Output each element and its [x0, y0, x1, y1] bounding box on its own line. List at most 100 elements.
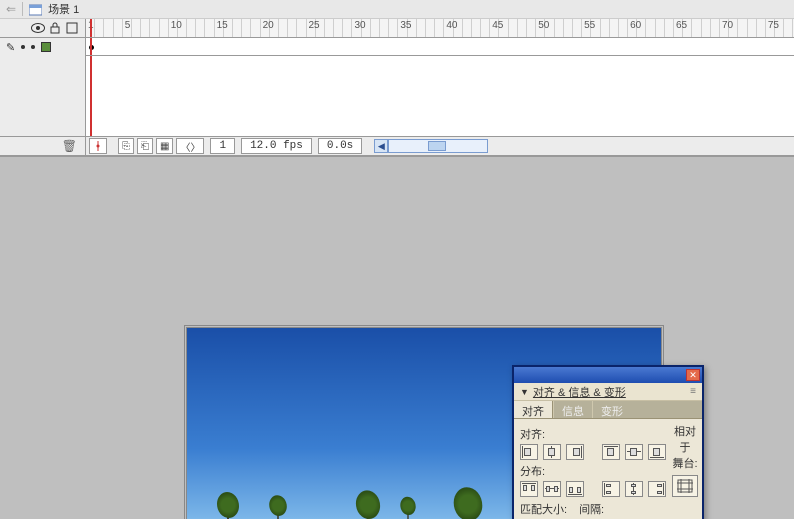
- ruler-tick[interactable]: [104, 19, 113, 37]
- panel-titlebar[interactable]: ✕: [514, 367, 702, 383]
- close-icon[interactable]: ✕: [686, 369, 700, 381]
- ruler-tick[interactable]: [215, 19, 224, 37]
- align-bottom-icon[interactable]: [648, 444, 666, 460]
- ruler-tick[interactable]: [270, 19, 279, 37]
- ruler-tick[interactable]: [398, 19, 407, 37]
- tab-transform[interactable]: 变形: [593, 401, 631, 418]
- ruler-tick[interactable]: [601, 19, 610, 37]
- ruler-tick[interactable]: [582, 19, 591, 37]
- ruler-tick[interactable]: [481, 19, 490, 37]
- lock-icon[interactable]: [48, 21, 62, 35]
- ruler-tick[interactable]: [169, 19, 178, 37]
- ruler-tick[interactable]: [656, 19, 665, 37]
- trash-icon[interactable]: 🗑: [62, 139, 77, 153]
- ruler-tick[interactable]: [261, 19, 270, 37]
- ruler-tick[interactable]: [499, 19, 508, 37]
- ruler-tick[interactable]: [205, 19, 214, 37]
- ruler-tick[interactable]: [288, 19, 297, 37]
- ruler-tick[interactable]: [674, 19, 683, 37]
- ruler-tick[interactable]: [766, 19, 775, 37]
- ruler-tick[interactable]: [711, 19, 720, 37]
- color-swatch[interactable]: [41, 42, 51, 52]
- ruler-tick[interactable]: [509, 19, 518, 37]
- ruler-tick[interactable]: [564, 19, 573, 37]
- tab-info[interactable]: 信息: [554, 401, 592, 418]
- ruler-tick[interactable]: [123, 19, 132, 37]
- ruler-tick[interactable]: [371, 19, 380, 37]
- ruler-tick[interactable]: [334, 19, 343, 37]
- scrollbar-track[interactable]: [388, 139, 488, 153]
- outline-icon[interactable]: [65, 21, 79, 35]
- ruler-tick[interactable]: [242, 19, 251, 37]
- distribute-bottom-icon[interactable]: [566, 481, 584, 497]
- ruler-tick[interactable]: [316, 19, 325, 37]
- edit-multiple-button[interactable]: ▦: [156, 138, 173, 154]
- scroll-left-button[interactable]: ◀: [374, 139, 388, 153]
- align-hcenter-icon[interactable]: [543, 444, 561, 460]
- ruler-tick[interactable]: [683, 19, 692, 37]
- panel-menu-icon[interactable]: ≡: [690, 386, 696, 397]
- ruler-tick[interactable]: [224, 19, 233, 37]
- align-vcenter-icon[interactable]: [625, 444, 643, 460]
- ruler-tick[interactable]: [628, 19, 637, 37]
- ruler-tick[interactable]: [426, 19, 435, 37]
- ruler-tick[interactable]: [141, 19, 150, 37]
- ruler-tick[interactable]: [150, 19, 159, 37]
- distribute-right-icon[interactable]: [648, 481, 666, 497]
- ruler-tick[interactable]: [279, 19, 288, 37]
- panel-header[interactable]: ▼ 对齐 & 信息 & 变形 ≡: [514, 383, 702, 401]
- ruler-tick[interactable]: [619, 19, 628, 37]
- onion-skin-outline-button[interactable]: ⎗: [137, 138, 153, 154]
- timeline-ruler[interactable]: [86, 19, 794, 37]
- eye-icon[interactable]: [31, 21, 45, 35]
- distribute-left-icon[interactable]: [602, 481, 620, 497]
- scrollbar-thumb[interactable]: [428, 141, 446, 151]
- ruler-tick[interactable]: [720, 19, 729, 37]
- back-arrow-icon[interactable]: ⇐: [6, 2, 16, 16]
- playhead-line[interactable]: [90, 56, 92, 136]
- frames-area[interactable]: [86, 56, 794, 136]
- ruler-tick[interactable]: [233, 19, 242, 37]
- ruler-tick[interactable]: [757, 19, 766, 37]
- ruler-tick[interactable]: [352, 19, 361, 37]
- ruler-tick[interactable]: [748, 19, 757, 37]
- align-left-icon[interactable]: [520, 444, 538, 460]
- ruler-tick[interactable]: [527, 19, 536, 37]
- ruler-tick[interactable]: [435, 19, 444, 37]
- ruler-tick[interactable]: [362, 19, 371, 37]
- ruler-tick[interactable]: [187, 19, 196, 37]
- ruler-tick[interactable]: [536, 19, 545, 37]
- playhead-line[interactable]: [90, 38, 92, 55]
- ruler-tick[interactable]: [325, 19, 334, 37]
- ruler-tick[interactable]: [646, 19, 655, 37]
- frames-strip[interactable]: [86, 38, 794, 56]
- align-right-icon[interactable]: [566, 444, 584, 460]
- collapse-icon[interactable]: ▼: [520, 387, 529, 397]
- center-frame-button[interactable]: [89, 138, 107, 154]
- ruler-tick[interactable]: [702, 19, 711, 37]
- ruler-tick[interactable]: [665, 19, 674, 37]
- distribute-hcenter-icon[interactable]: [625, 481, 643, 497]
- ruler-tick[interactable]: [114, 19, 123, 37]
- ruler-tick[interactable]: [417, 19, 426, 37]
- ruler-tick[interactable]: [573, 19, 582, 37]
- onion-skin-button[interactable]: ⎘: [118, 138, 134, 154]
- ruler-tick[interactable]: [775, 19, 784, 37]
- modify-markers-button[interactable]: 〈〉: [176, 138, 204, 154]
- ruler-tick[interactable]: [444, 19, 453, 37]
- ruler-tick[interactable]: [463, 19, 472, 37]
- ruler-tick[interactable]: [297, 19, 306, 37]
- distribute-top-icon[interactable]: [520, 481, 538, 497]
- ruler-tick[interactable]: [343, 19, 352, 37]
- align-top-icon[interactable]: [602, 444, 620, 460]
- ruler-tick[interactable]: [251, 19, 260, 37]
- ruler-tick[interactable]: [692, 19, 701, 37]
- ruler-tick[interactable]: [729, 19, 738, 37]
- ruler-tick[interactable]: [545, 19, 554, 37]
- playhead[interactable]: [90, 19, 92, 37]
- to-stage-button[interactable]: [672, 475, 698, 497]
- ruler-tick[interactable]: [591, 19, 600, 37]
- layer-controls[interactable]: ✎: [0, 38, 86, 56]
- distribute-vcenter-icon[interactable]: [543, 481, 561, 497]
- ruler-tick[interactable]: [555, 19, 564, 37]
